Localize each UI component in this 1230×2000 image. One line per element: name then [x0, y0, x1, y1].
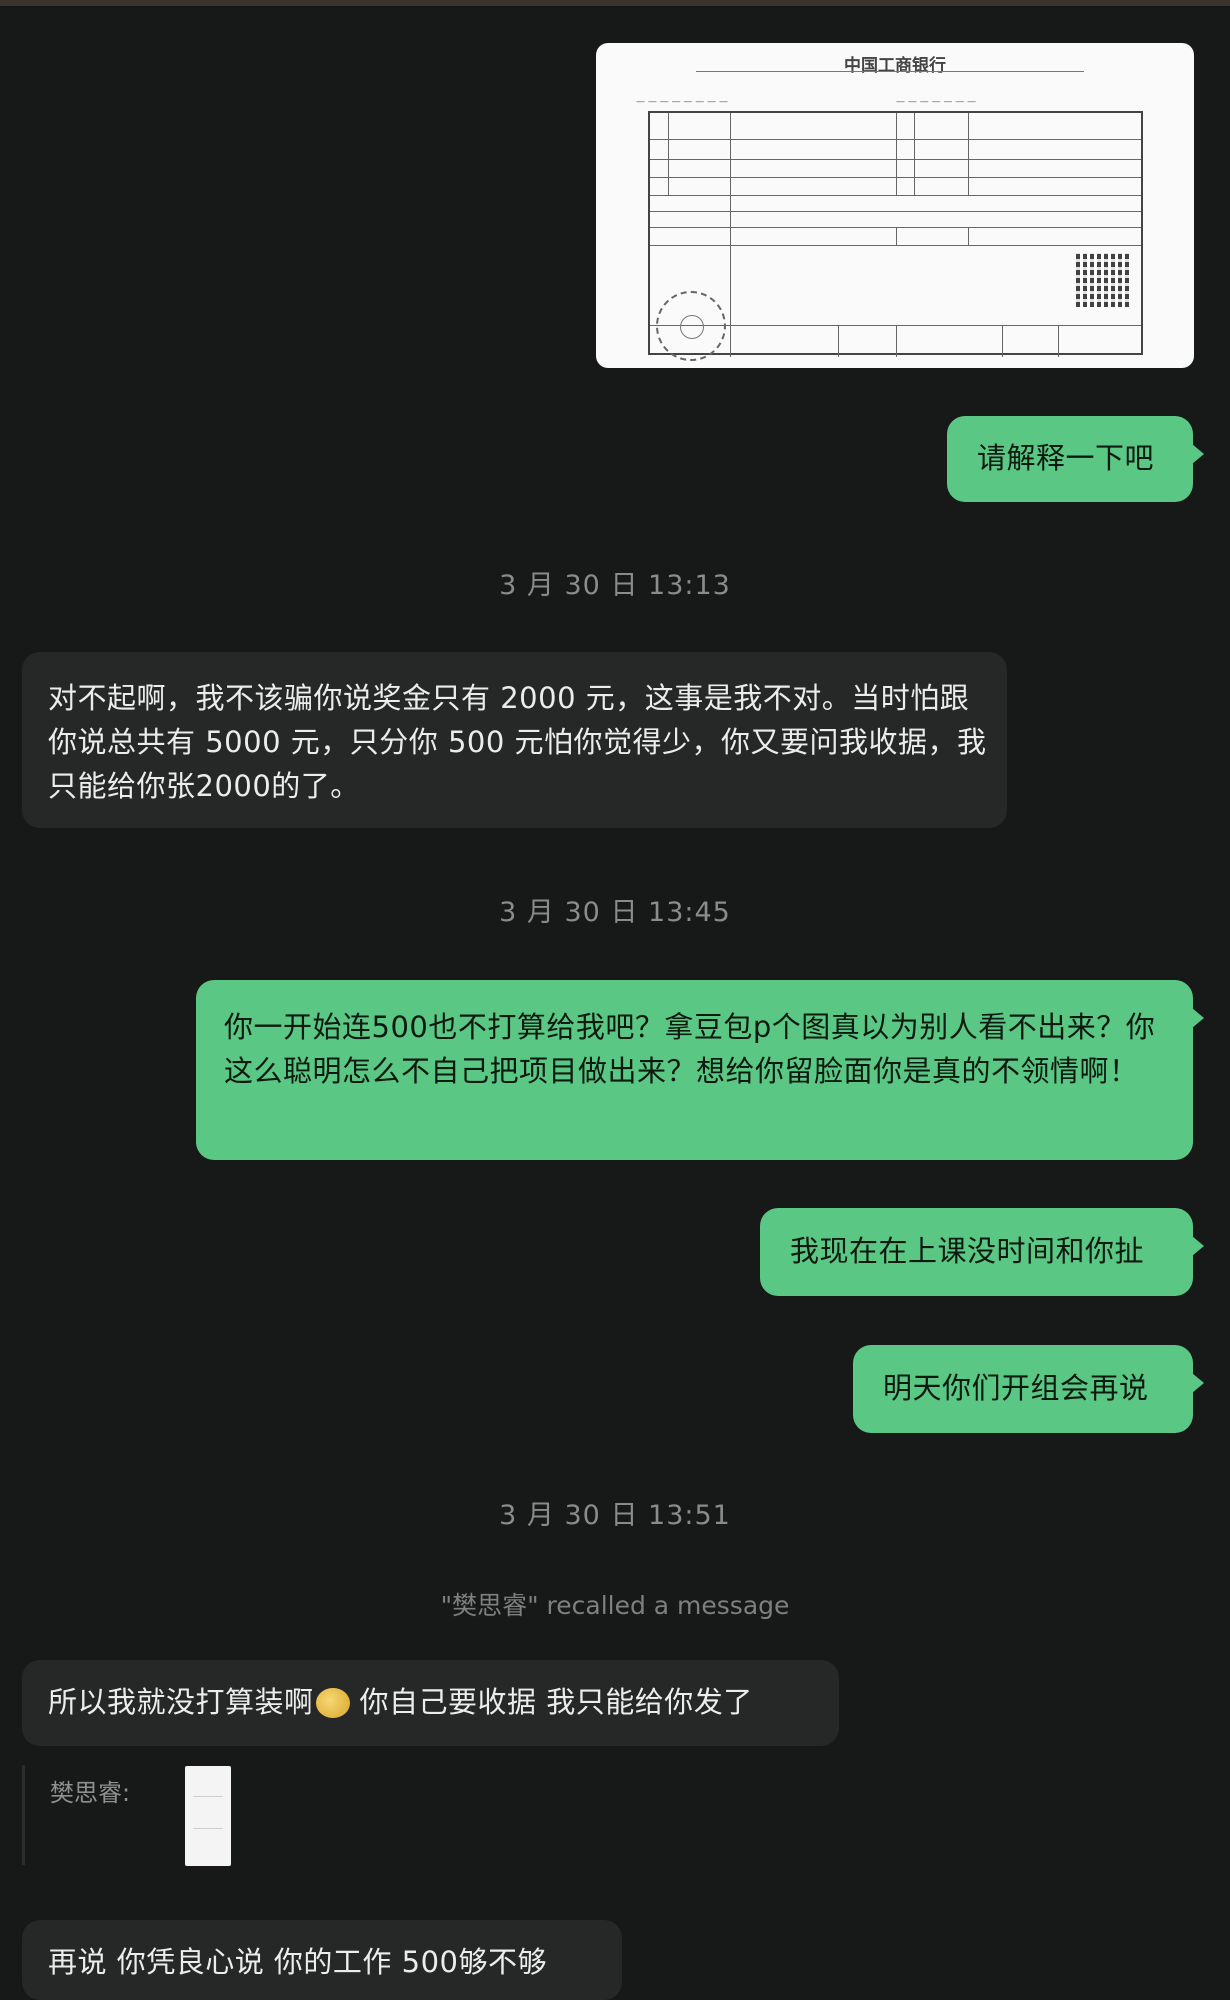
message-text: 所以我就没打算装啊: [48, 1685, 314, 1719]
attachment-thumbnail[interactable]: [185, 1766, 231, 1866]
receipt-table: [648, 111, 1143, 361]
receipt-col-line: [1058, 325, 1059, 357]
receipt-col-line: [896, 113, 897, 195]
quote-sender: 樊思睿:: [50, 1779, 131, 1807]
receipt-col-line: [668, 113, 669, 195]
receipt-bank-title: 中国工商银行: [844, 56, 946, 76]
receipt-row-line: [650, 211, 1141, 212]
receipt-col-line: [968, 227, 969, 245]
receipt-seal: [656, 291, 726, 361]
message-text: 我现在在上课没时间和你扯: [790, 1234, 1145, 1268]
receipt-title-rule: [696, 71, 1084, 72]
receipt-qr-code: [1076, 253, 1130, 307]
receipt-col-line: [730, 113, 731, 357]
message-incoming[interactable]: 再说 你凭良心说 你的工作 500够不够: [22, 1920, 622, 2000]
receipt-col-line: [896, 227, 897, 245]
recall-notice: "樊思睿" recalled a message: [440, 1591, 790, 1620]
timestamp: 3 月 30 日 13:51: [499, 1500, 731, 1531]
timestamp: 3 月 30 日 13:45: [499, 897, 731, 928]
message-text: 你自己要收据 我只能给你发了: [359, 1685, 753, 1719]
message-text: 对不起啊，我不该骗你说奖金只有 2000 元，这事是我不对。当时怕跟你说总共有 …: [48, 681, 987, 803]
chat-thread[interactable]: 中国工商银行 — — — — — — — — — — — — — — — 请解释…: [0, 0, 1230, 2000]
receipt-col-line: [914, 113, 915, 195]
receipt-meta-mid: — — — — — — —: [896, 97, 977, 107]
message-text: 你一开始连500也不打算给我吧？拿豆包p个图真以为别人看不出来？你这么聪明怎么不…: [224, 1010, 1156, 1088]
receipt-col-line: [1002, 325, 1003, 357]
message-text: 明天你们开组会再说: [883, 1371, 1149, 1405]
emoji-icon: [315, 1688, 350, 1718]
message-outgoing[interactable]: 请解释一下吧: [947, 416, 1204, 502]
message-text: 请解释一下吧: [977, 441, 1155, 475]
timestamp: 3 月 30 日 13:13: [499, 570, 731, 601]
receipt-col-line: [968, 113, 969, 195]
message-outgoing[interactable]: 我现在在上课没时间和你扯: [760, 1208, 1204, 1296]
receipt-image[interactable]: 中国工商银行 — — — — — — — — — — — — — — —: [596, 43, 1194, 368]
receipt-row-line: [650, 195, 1141, 196]
message-incoming[interactable]: 对不起啊，我不该骗你说奖金只有 2000 元，这事是我不对。当时怕跟你说总共有 …: [22, 652, 1007, 828]
message-outgoing[interactable]: 明天你们开组会再说: [853, 1345, 1204, 1433]
receipt-row-line: [650, 245, 1141, 246]
message-incoming[interactable]: 所以我就没打算装啊 你自己要收据 我只能给你发了: [22, 1660, 839, 1746]
receipt-col-line: [838, 325, 839, 357]
message-outgoing[interactable]: 你一开始连500也不打算给我吧？拿豆包p个图真以为别人看不出来？你这么聪明怎么不…: [196, 980, 1204, 1160]
receipt-col-line: [896, 325, 897, 357]
message-text: 再说 你凭良心说 你的工作 500够不够: [48, 1945, 548, 1979]
quote-bar: [22, 1765, 25, 1865]
receipt-meta-left: — — — — — — — —: [636, 97, 729, 107]
